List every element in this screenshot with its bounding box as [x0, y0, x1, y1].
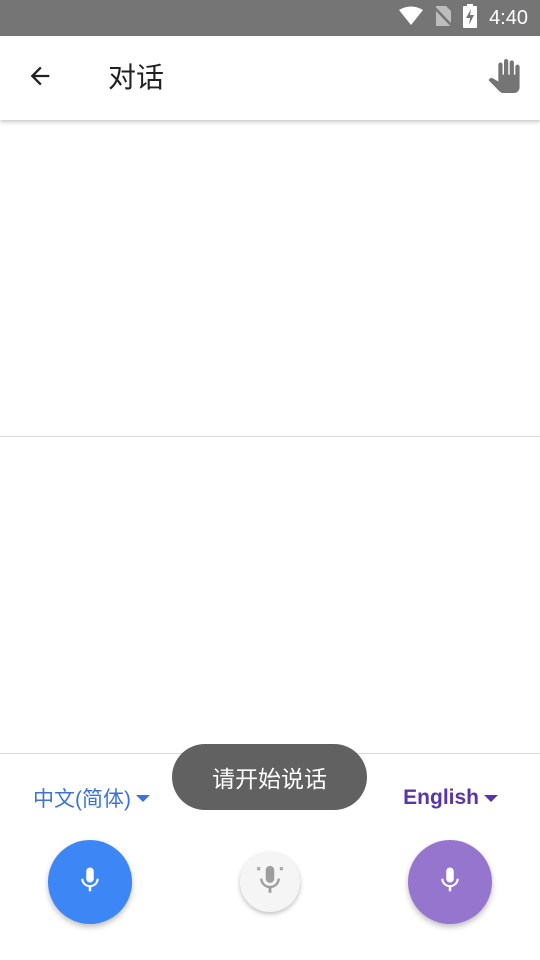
source-mic-button[interactable] — [48, 840, 132, 924]
hand-icon — [487, 59, 521, 97]
conversation-pane-bottom — [0, 437, 540, 753]
status-icons: 4:40 — [399, 0, 528, 36]
dropdown-caret-icon — [484, 794, 498, 802]
mic-icon — [435, 865, 465, 899]
battery-charging-icon — [463, 4, 478, 32]
app-bar: 对话 — [0, 36, 540, 120]
page-title: 对话 — [108, 61, 165, 94]
auto-mic-button[interactable] — [240, 852, 300, 912]
hand-button[interactable] — [480, 54, 528, 102]
no-sim-icon — [433, 5, 453, 31]
conversation-pane-top — [0, 120, 540, 436]
target-mic-button[interactable] — [408, 840, 492, 924]
back-button[interactable] — [16, 54, 64, 102]
auto-mic-icon — [253, 863, 287, 901]
target-language-selector[interactable]: English — [403, 782, 498, 814]
status-time: 4:40 — [489, 6, 528, 29]
arrow-back-icon — [26, 62, 54, 94]
mic-icon — [75, 865, 105, 899]
toast-message: 请开始说话 — [172, 744, 367, 810]
wifi-icon — [399, 6, 424, 30]
status-bar: 4:40 — [0, 0, 540, 36]
target-language-label: English — [403, 786, 479, 809]
